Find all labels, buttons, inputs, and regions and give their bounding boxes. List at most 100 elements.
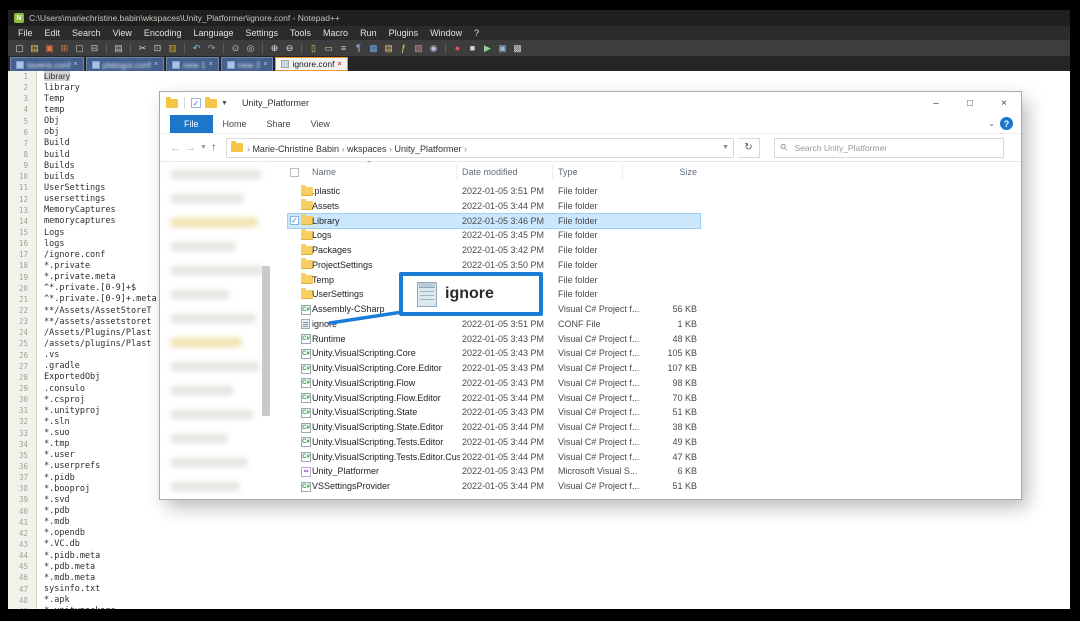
breadcrumb-segment[interactable]: Marie-Christine Babin	[252, 144, 339, 154]
nav-item-blurred[interactable]	[170, 482, 240, 491]
ribbon-tab-file[interactable]: File	[170, 115, 213, 133]
file-row[interactable]: C#Unity.VisualScripting.Tests.Editor2022…	[288, 435, 700, 450]
menu-[interactable]: ?	[468, 28, 485, 38]
file-row[interactable]: C#Unity.VisualScripting.State2022-01-05 …	[288, 405, 700, 420]
new-folder-icon[interactable]	[205, 99, 217, 108]
back-icon[interactable]: ←	[170, 142, 181, 154]
print-icon[interactable]: ▤	[112, 42, 125, 55]
save-macro-icon[interactable]: ▩	[511, 42, 524, 55]
redo-icon[interactable]: ↷	[205, 42, 218, 55]
maximize-button[interactable]: □	[953, 92, 987, 114]
properties-icon[interactable]: ✓	[191, 98, 201, 108]
nav-item-blurred[interactable]	[170, 266, 265, 275]
file-row[interactable]: C#Unity.VisualScripting.Core2022-01-05 3…	[288, 346, 700, 361]
function-list-icon[interactable]: ƒ	[397, 42, 410, 55]
ribbon-collapse-icon[interactable]: ⌄	[988, 119, 995, 128]
tab-ignore-conf[interactable]: ignore.conf×	[275, 57, 347, 71]
cut-icon[interactable]: ✂	[136, 42, 149, 55]
paste-icon[interactable]: ▥	[166, 42, 179, 55]
breadcrumb[interactable]: › Marie-Christine Babin › wkspaces › Uni…	[226, 138, 734, 158]
new-file-icon[interactable]: ▢	[13, 42, 26, 55]
find-icon[interactable]: ⊙	[229, 42, 242, 55]
nav-item-blurred[interactable]	[170, 170, 262, 179]
tab-platogui-conf[interactable]: platogui.conf×	[86, 57, 164, 71]
run-macro-multiple-icon[interactable]: ▣	[496, 42, 509, 55]
stop-macro-icon[interactable]: ■	[466, 42, 479, 55]
search-box[interactable]: ⚲	[774, 138, 1004, 158]
wrap-icon[interactable]: ≡	[337, 42, 350, 55]
menu-edit[interactable]: Edit	[39, 28, 67, 38]
up-icon[interactable]: ↑	[211, 142, 216, 153]
row-checkbox[interactable]: ✓	[290, 216, 299, 225]
zoom-out-icon[interactable]: ⊖	[283, 42, 296, 55]
monitor-icon[interactable]: ◉	[427, 42, 440, 55]
nav-item-blurred[interactable]	[170, 458, 248, 467]
nav-item-blurred[interactable]	[170, 218, 258, 227]
menu-language[interactable]: Language	[187, 28, 239, 38]
close-tab-icon[interactable]: ×	[73, 61, 77, 68]
file-row[interactable]: C#Unity.VisualScripting.Tests.Editor.Cus…	[288, 450, 700, 465]
menu-settings[interactable]: Settings	[240, 28, 285, 38]
sync-horizontal-icon[interactable]: ▭	[322, 42, 335, 55]
history-dropdown-icon[interactable]: ▼	[200, 144, 207, 151]
nav-item-blurred[interactable]	[170, 314, 256, 323]
menu-plugins[interactable]: Plugins	[383, 28, 425, 38]
record-macro-icon[interactable]: ●	[451, 42, 464, 55]
minimize-button[interactable]: –	[919, 92, 953, 114]
nav-item-blurred[interactable]	[170, 290, 230, 299]
file-row[interactable]: C#Unity.VisualScripting.Core.Editor2022-…	[288, 361, 700, 376]
address-dropdown-icon[interactable]: ▼	[722, 144, 729, 151]
breadcrumb-segment[interactable]: wkspaces	[347, 144, 387, 154]
save-all-icon[interactable]: ⊞	[58, 42, 71, 55]
folder-workspace-icon[interactable]: ▧	[412, 42, 425, 55]
menu-view[interactable]: View	[107, 28, 138, 38]
close-tab-icon[interactable]: ×	[338, 61, 342, 68]
nav-item-blurred[interactable]	[170, 434, 228, 443]
doc-map-icon[interactable]: ▤	[382, 42, 395, 55]
close-tab-icon[interactable]: ×	[263, 61, 267, 68]
replace-icon[interactable]: ◎	[244, 42, 257, 55]
menu-tools[interactable]: Tools	[284, 28, 317, 38]
qat-dropdown-icon[interactable]: ▼	[221, 100, 228, 107]
ribbon-tab-home[interactable]: Home	[213, 116, 257, 132]
menu-window[interactable]: Window	[424, 28, 468, 38]
menu-macro[interactable]: Macro	[317, 28, 354, 38]
save-icon[interactable]: ▣	[43, 42, 56, 55]
column-header-size[interactable]: Size	[628, 167, 697, 177]
breadcrumb-segment[interactable]: Unity_Platformer	[395, 144, 462, 154]
file-row[interactable]: .plastic2022-01-05 3:51 PMFile folder	[288, 184, 700, 199]
navigation-pane[interactable]	[160, 162, 286, 499]
file-row[interactable]: ∞Unity_Platformer2022-01-05 3:43 PMMicro…	[288, 464, 700, 479]
open-file-icon[interactable]: ▤	[28, 42, 41, 55]
nav-item-blurred[interactable]	[170, 386, 234, 395]
sync-vertical-icon[interactable]: ▯	[307, 42, 320, 55]
file-row[interactable]: ProjectSettings2022-01-05 3:50 PMFile fo…	[288, 258, 700, 273]
play-macro-icon[interactable]: ▶	[481, 42, 494, 55]
file-row[interactable]: Assets2022-01-05 3:44 PMFile folder	[288, 199, 700, 214]
file-row[interactable]: ignore2022-01-05 3:51 PMCONF File1 KB	[288, 317, 700, 332]
ribbon-tab-view[interactable]: View	[301, 116, 340, 132]
nav-item-blurred[interactable]	[170, 194, 244, 203]
close-tab-icon[interactable]: ×	[154, 61, 158, 68]
forward-icon[interactable]: →	[185, 142, 196, 154]
column-header-type[interactable]: Type	[558, 167, 578, 177]
undo-icon[interactable]: ↶	[190, 42, 203, 55]
close-tab-icon[interactable]: ×	[209, 61, 213, 68]
nav-item-blurred[interactable]	[170, 242, 236, 251]
menu-encoding[interactable]: Encoding	[138, 28, 188, 38]
indent-guide-icon[interactable]: ▦	[367, 42, 380, 55]
file-row[interactable]: Packages2022-01-05 3:42 PMFile folder	[288, 243, 700, 258]
show-all-chars-icon[interactable]: ¶	[352, 42, 365, 55]
column-header-date[interactable]: Date modified	[462, 167, 518, 177]
file-row[interactable]: C#Runtime2022-01-05 3:43 PMVisual C# Pro…	[288, 332, 700, 347]
select-all-checkbox[interactable]	[290, 168, 299, 177]
help-icon[interactable]: ?	[1000, 117, 1013, 130]
nav-item-blurred[interactable]	[170, 410, 254, 419]
file-row[interactable]: ✓Library2022-01-05 3:46 PMFile folder	[288, 214, 700, 229]
file-row[interactable]: C#VSSettingsProvider2022-01-05 3:44 PMVi…	[288, 479, 700, 494]
tab-new-1[interactable]: new 1×	[166, 57, 219, 71]
column-header-name[interactable]: Name	[312, 167, 336, 177]
menu-run[interactable]: Run	[354, 28, 383, 38]
close-all-icon[interactable]: ⊟	[88, 42, 101, 55]
ribbon-tab-share[interactable]: Share	[257, 116, 301, 132]
